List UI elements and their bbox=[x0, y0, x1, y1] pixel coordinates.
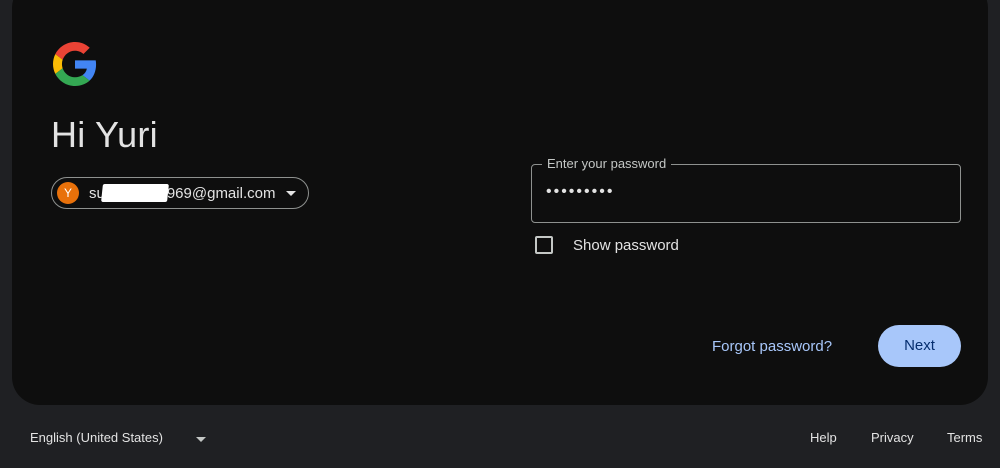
help-link[interactable]: Help bbox=[810, 430, 837, 445]
show-password-checkbox[interactable] bbox=[535, 236, 553, 254]
language-selector[interactable]: English (United States) bbox=[30, 430, 163, 445]
email-suffix: 969@gmail.com bbox=[166, 185, 276, 202]
show-password-label: Show password bbox=[573, 237, 679, 254]
forgot-password-link[interactable]: Forgot password? bbox=[712, 338, 832, 355]
password-field[interactable]: Enter your password ••••••••• bbox=[531, 156, 961, 223]
chevron-down-icon bbox=[286, 191, 296, 196]
google-logo-icon bbox=[53, 42, 97, 86]
avatar: Y bbox=[57, 182, 79, 204]
password-value: ••••••••• bbox=[546, 183, 615, 200]
privacy-link[interactable]: Privacy bbox=[871, 430, 914, 445]
chevron-down-icon[interactable] bbox=[196, 437, 206, 442]
next-button[interactable]: Next bbox=[878, 325, 961, 367]
terms-link[interactable]: Terms bbox=[947, 430, 982, 445]
password-field-label: Enter your password bbox=[542, 156, 672, 172]
sign-in-page: Hi Yuri Y su 969@gmail.com Enter your pas… bbox=[0, 0, 1000, 468]
account-chip[interactable]: Y su 969@gmail.com bbox=[51, 177, 309, 209]
redaction-mark bbox=[101, 184, 169, 202]
page-title: Hi Yuri bbox=[51, 114, 158, 155]
